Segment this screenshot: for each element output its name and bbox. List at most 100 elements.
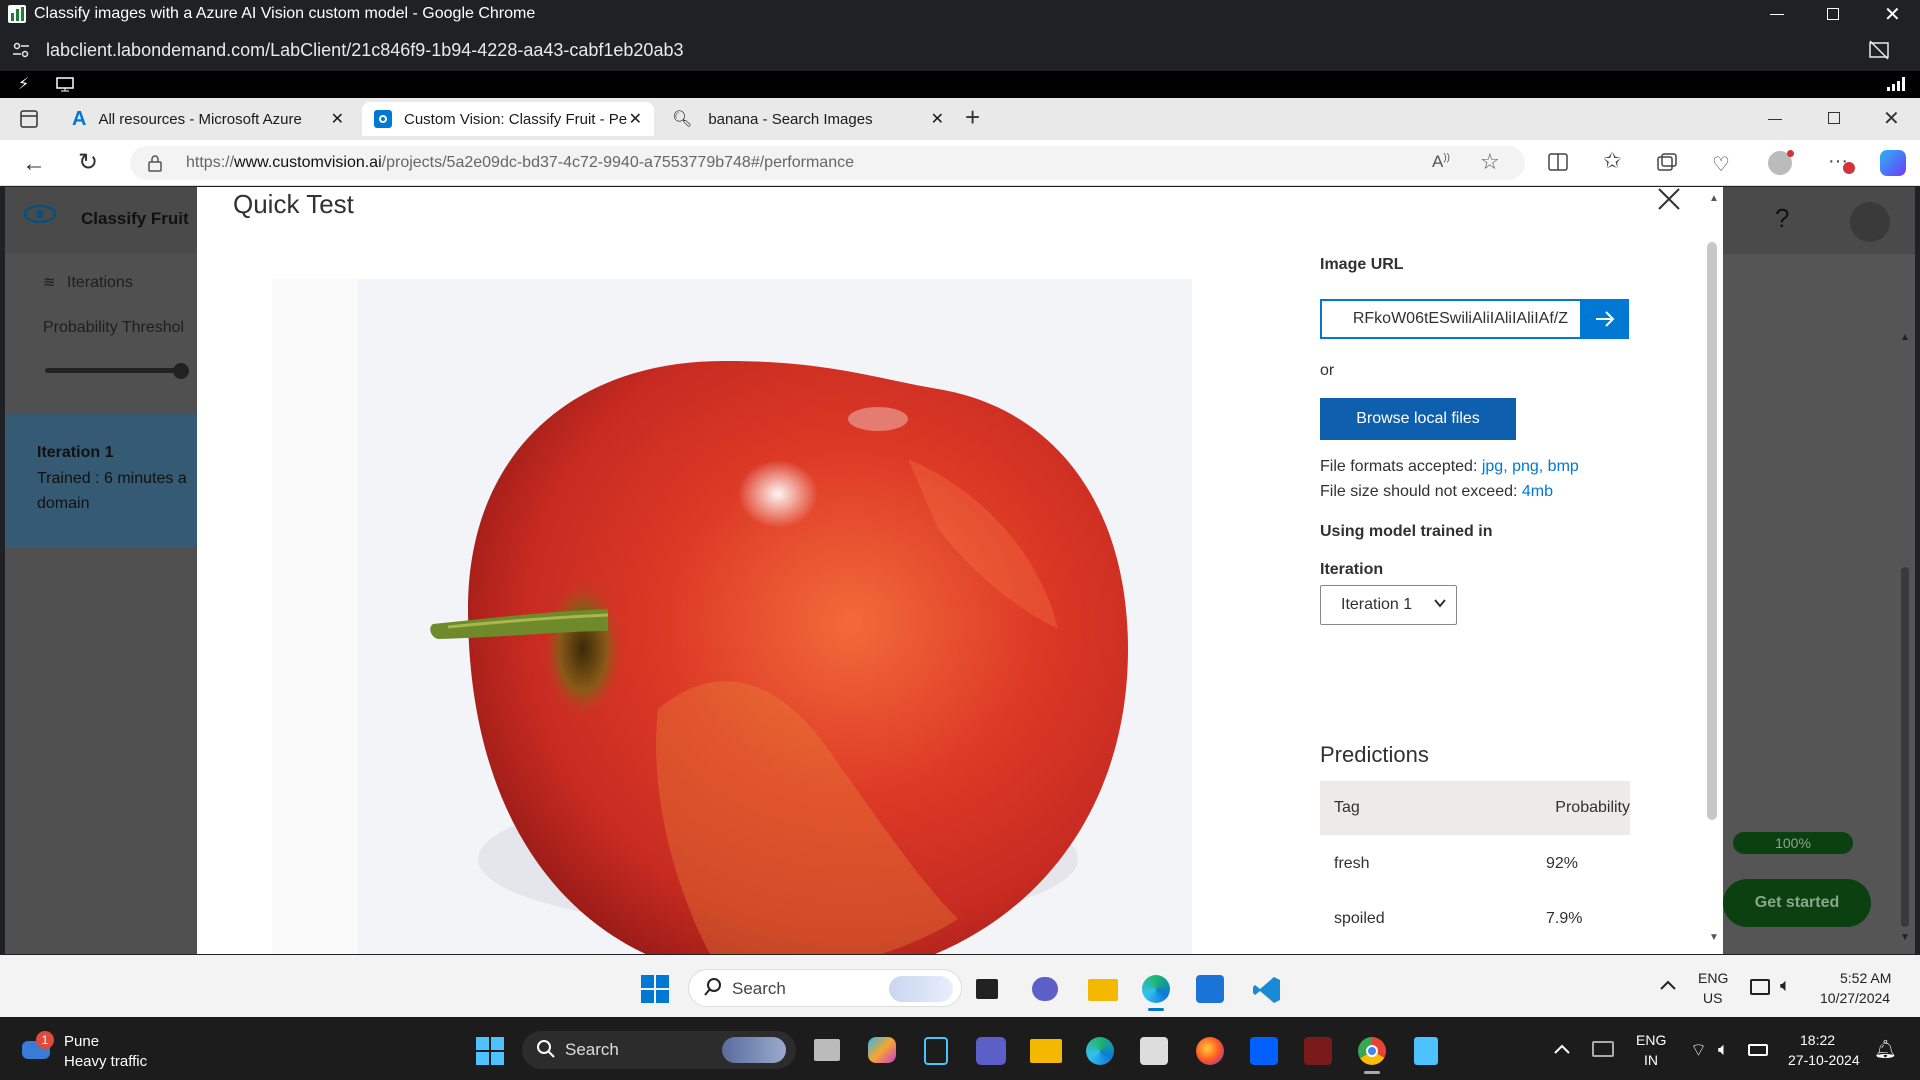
- probability-column-header: Probability: [1555, 799, 1630, 816]
- threshold-slider-track[interactable]: [45, 368, 185, 373]
- language-bottom[interactable]: IN: [1644, 1052, 1658, 1068]
- tab-azure[interactable]: A All resources - Microsoft Azure ✕: [60, 102, 356, 136]
- chrome-icon[interactable]: [1358, 1037, 1386, 1065]
- cast-off-icon[interactable]: [1592, 1041, 1614, 1057]
- chrome-url[interactable]: labclient.labondemand.com/LabClient/21c8…: [46, 40, 683, 61]
- shield-app-icon[interactable]: [924, 1037, 948, 1065]
- page-scrollbar[interactable]: [1901, 567, 1909, 927]
- browse-local-files-button[interactable]: Browse local files: [1320, 398, 1516, 440]
- page-scroll-down-icon[interactable]: ▼: [1900, 932, 1910, 943]
- weather-widget[interactable]: 1 Pune Heavy traffic: [22, 1031, 162, 1071]
- predictions-title: Predictions: [1320, 742, 1429, 767]
- collections-icon[interactable]: [1657, 153, 1677, 171]
- language-bottom[interactable]: US: [1703, 990, 1722, 1006]
- edge-icon[interactable]: [1142, 975, 1170, 1003]
- iteration-selected: Iteration 1: [1341, 596, 1413, 613]
- new-tab-button[interactable]: +: [965, 102, 980, 133]
- tab-banana-search[interactable]: 🔍︎ banana - Search Images ✕: [660, 102, 956, 136]
- iteration-card[interactable]: Iteration 1 Trained : 6 minutes a domain: [5, 414, 201, 548]
- taskbar-search-box[interactable]: Search: [522, 1031, 796, 1069]
- table-row: fresh 92%: [1320, 835, 1630, 890]
- modal-scroll-up-icon[interactable]: ▲: [1709, 193, 1719, 204]
- clock-date[interactable]: 27-10-2024: [1788, 1052, 1860, 1068]
- clock-date[interactable]: 10/27/2024: [1820, 990, 1890, 1006]
- copilot-icon[interactable]: [868, 1037, 896, 1063]
- network-icon[interactable]: [1750, 979, 1770, 995]
- tab-actions-icon[interactable]: [20, 110, 38, 128]
- modal-scrollbar-thumb[interactable]: [1707, 242, 1717, 820]
- notepad-icon[interactable]: [1414, 1037, 1438, 1065]
- chevron-up-icon[interactable]: [1554, 1043, 1570, 1055]
- windows-start-icon[interactable]: [641, 975, 669, 1003]
- submit-url-button[interactable]: [1581, 299, 1629, 339]
- cast-off-icon[interactable]: [1868, 39, 1890, 61]
- store-icon[interactable]: [1196, 975, 1224, 1003]
- help-icon[interactable]: ?: [1775, 203, 1789, 234]
- tab-custom-vision[interactable]: Custom Vision: Classify Fruit - Pe ✕: [362, 102, 654, 136]
- search-label: Search: [565, 1040, 619, 1059]
- teams-chat-icon[interactable]: [1032, 977, 1058, 1001]
- threshold-slider-thumb[interactable]: [173, 363, 189, 379]
- volume-icon[interactable]: 🔈︎: [1718, 1039, 1729, 1060]
- refresh-icon[interactable]: ↻: [78, 148, 98, 177]
- favorite-star-icon[interactable]: ☆: [1480, 149, 1500, 175]
- wifi-icon[interactable]: ⌔: [1690, 1039, 1707, 1062]
- task-view-icon[interactable]: [814, 1039, 840, 1061]
- vscode-icon[interactable]: [1252, 975, 1282, 1005]
- language-top[interactable]: ENG: [1636, 1032, 1666, 1048]
- read-aloud-icon[interactable]: A)): [1432, 152, 1450, 172]
- layers-icon: ≋: [43, 274, 56, 291]
- tab-close-icon[interactable]: ✕: [931, 109, 944, 129]
- notification-bell-icon[interactable]: 🔔︎: [1874, 1039, 1897, 1060]
- restore-icon[interactable]: [1827, 8, 1839, 20]
- dropbox-icon[interactable]: [1250, 1037, 1278, 1065]
- favorites-icon[interactable]: ✩: [1603, 148, 1621, 174]
- windows-start-icon[interactable]: [476, 1037, 504, 1065]
- restore-icon[interactable]: [1828, 112, 1840, 124]
- prediction-probability: 92%: [1546, 855, 1579, 872]
- iterations-link[interactable]: Iterations: [67, 274, 133, 292]
- monitor-icon[interactable]: [56, 77, 74, 92]
- iteration-dropdown[interactable]: Iteration 1: [1320, 585, 1457, 625]
- get-started-button[interactable]: Get started: [1723, 879, 1871, 927]
- user-avatar[interactable]: [1850, 202, 1890, 242]
- taskbar-search-box[interactable]: Search: [688, 969, 962, 1007]
- iteration-domain-text: domain: [37, 495, 90, 512]
- clock-time[interactable]: 5:52 AM: [1840, 970, 1891, 986]
- task-view-icon[interactable]: [976, 979, 998, 999]
- browser-essentials-icon[interactable]: ♡: [1712, 152, 1730, 177]
- close-modal-icon[interactable]: [1657, 187, 1681, 211]
- host-taskbar: 1 Pune Heavy traffic Search ENG IN ⌔ 🔈︎ …: [0, 1017, 1920, 1080]
- teams-icon[interactable]: [976, 1037, 1006, 1065]
- tab-close-icon[interactable]: ✕: [629, 109, 642, 129]
- close-icon[interactable]: ✕: [1883, 106, 1900, 131]
- lab-toolbar: ⚡: [0, 71, 1920, 98]
- back-icon[interactable]: ←: [22, 150, 46, 178]
- project-name: Classify Fruit: [81, 209, 189, 228]
- edge-icon[interactable]: [1086, 1037, 1114, 1065]
- file-explorer-icon[interactable]: [1088, 979, 1118, 1001]
- split-screen-icon[interactable]: [1548, 153, 1568, 171]
- site-info-icon[interactable]: [12, 41, 30, 59]
- battery-icon[interactable]: [1748, 1044, 1768, 1056]
- edge-url-field[interactable]: https://www.customvision.ai/projects/5a2…: [130, 146, 1525, 180]
- copilot-icon[interactable]: [1880, 150, 1906, 176]
- modal-scroll-down-icon[interactable]: ▼: [1709, 932, 1719, 943]
- page-scroll-up-icon[interactable]: ▲: [1900, 332, 1910, 343]
- file-explorer-icon[interactable]: [1030, 1039, 1062, 1063]
- language-top[interactable]: ENG: [1698, 970, 1728, 986]
- store-icon[interactable]: [1140, 1037, 1168, 1065]
- image-url-field[interactable]: RFkoW06tESwiliAliIAliIAliIAf/Z: [1320, 299, 1582, 339]
- close-icon[interactable]: ✕: [1884, 2, 1901, 27]
- lightning-icon[interactable]: ⚡: [18, 74, 29, 94]
- minimize-icon[interactable]: [1770, 14, 1784, 15]
- table-row: spoiled 7.9%: [1320, 890, 1630, 945]
- chevron-up-icon[interactable]: [1660, 979, 1676, 991]
- game-app-icon[interactable]: [1304, 1037, 1332, 1065]
- edge-active-indicator: [1148, 1008, 1164, 1011]
- clock-time[interactable]: 18:22: [1800, 1032, 1835, 1048]
- volume-icon[interactable]: 🔈︎: [1780, 975, 1791, 996]
- minimize-icon[interactable]: [1768, 119, 1782, 120]
- tab-close-icon[interactable]: ✕: [331, 109, 344, 129]
- firefox-icon[interactable]: [1196, 1037, 1224, 1065]
